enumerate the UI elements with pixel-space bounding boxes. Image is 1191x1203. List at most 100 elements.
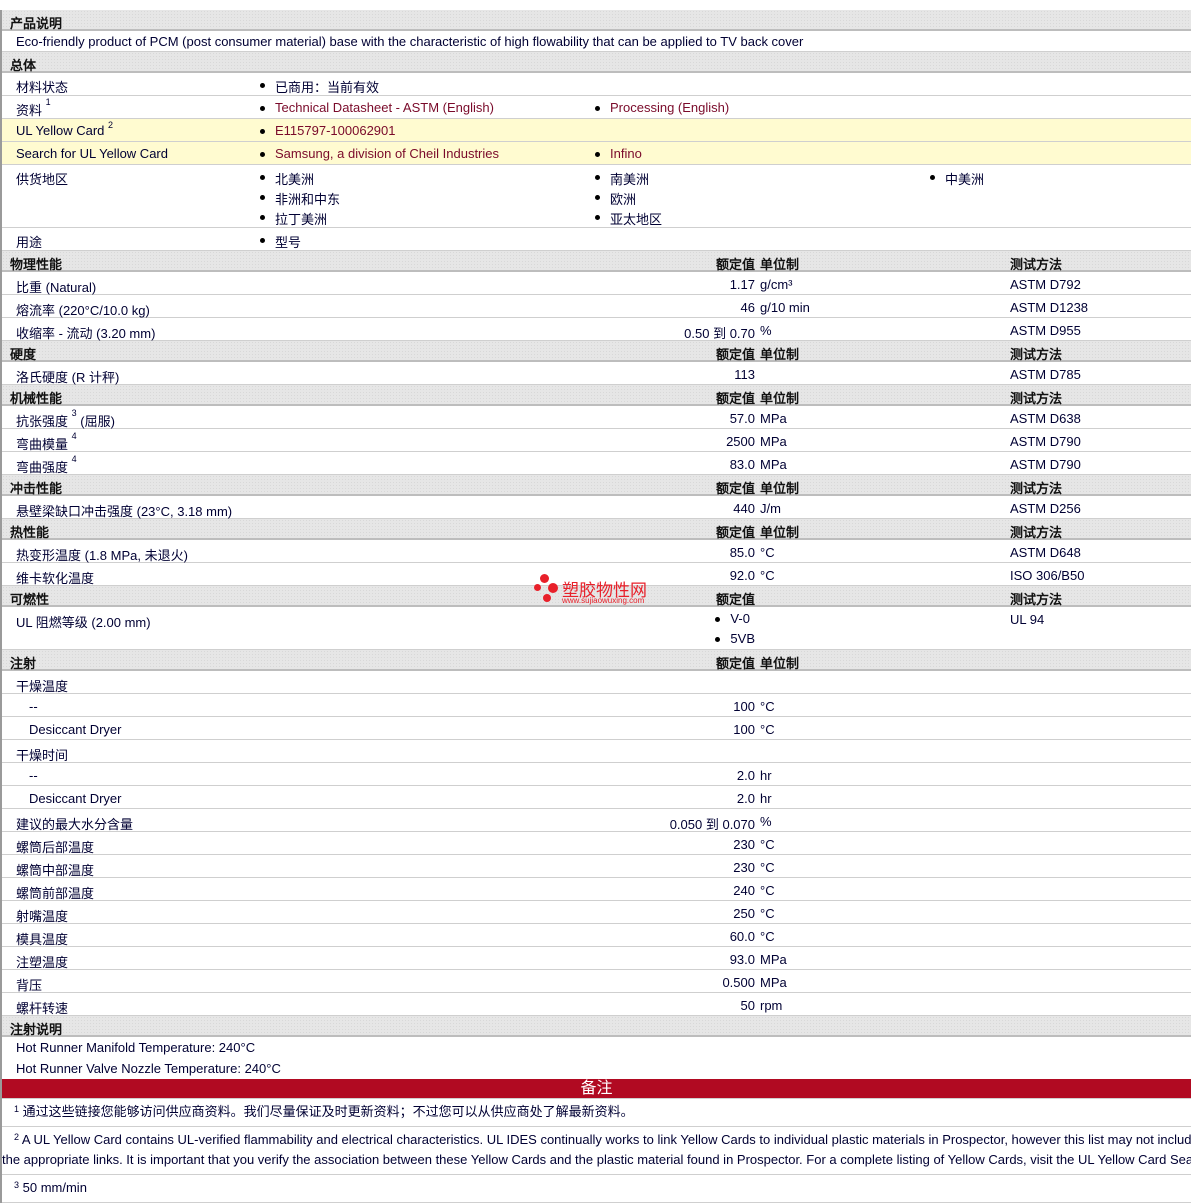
property-label: 弯曲强度 4: [16, 454, 77, 476]
property-row: 模具温度 60.0 °C: [2, 924, 1191, 947]
footnote-number: 3: [14, 1180, 20, 1190]
bullet-column: 南美洲 欧洲 亚太地区: [595, 169, 662, 229]
section-header: 冲击性能 额定值 单位制 测试方法: [2, 475, 1191, 496]
bullet-column: E115797-100062901: [260, 123, 396, 143]
property-row: 背压 0.500 MPa: [2, 970, 1191, 993]
property-unit: J/m: [760, 501, 781, 516]
bullet-column: 北美洲 非洲和中东 拉丁美洲: [260, 169, 340, 229]
property-unit: °C: [760, 699, 775, 714]
label-text: 洛氏硬度 (R 计秤): [16, 370, 120, 385]
property-row: Desiccant Dryer 100 °C: [2, 717, 1191, 740]
bullet-link[interactable]: Technical Datasheet - ASTM (English): [260, 100, 494, 120]
label-text: 资料: [16, 103, 43, 118]
label-text: 熔流率 (220°C/10.0 kg): [16, 303, 150, 318]
label-text: 比重 (Natural): [16, 280, 97, 295]
property-value: 92.0: [729, 568, 755, 583]
property-unit: MPa: [760, 952, 787, 967]
row-text: Eco-friendly product of PCM (post consum…: [16, 34, 804, 49]
property-label: 螺筒中部温度: [16, 860, 94, 879]
property-unit: hr: [760, 791, 772, 806]
info-row: Search for UL Yellow Card Samsung, a divi…: [2, 142, 1191, 165]
section-title: 硬度: [10, 347, 37, 362]
footnote: 2 A UL Yellow Card contains UL-verified …: [2, 1127, 1191, 1175]
text-row: Hot Runner Valve Nozzle Temperature: 240…: [2, 1058, 1191, 1079]
property-unit: g/cm³: [760, 277, 793, 292]
label-text: 抗张强度: [16, 414, 69, 429]
label-text: 材料状态: [16, 80, 69, 95]
property-unit: %: [760, 814, 772, 829]
row-text: Hot Runner Manifold Temperature: 240°C: [16, 1040, 256, 1055]
property-label: 干燥温度: [16, 676, 68, 695]
bullet-link[interactable]: Processing (English): [595, 100, 729, 120]
column-header-value: 额定值: [715, 347, 755, 362]
property-value: 50: [740, 998, 755, 1013]
bullet-item: 拉丁美洲: [260, 209, 340, 229]
row-label: 资料 1: [16, 97, 51, 119]
property-label: 收缩率 - 流动 (3.20 mm): [16, 323, 155, 342]
property-row: 热变形温度 (1.8 MPa, 未退火) 85.0 °C ASTM D648: [2, 540, 1191, 563]
column-header-method: 测试方法: [1010, 481, 1063, 496]
bullet-column: Samsung, a division of Cheil Industries: [260, 146, 499, 166]
property-value: 46: [740, 300, 755, 315]
label-text: 螺杆转速: [16, 1001, 69, 1016]
section-title: 注射: [10, 656, 37, 671]
property-unit: °C: [760, 545, 775, 560]
info-row: 供货地区 北美洲 非洲和中东 拉丁美洲 南美洲 欧洲 亚太地区 中美洲: [2, 165, 1191, 228]
column-header-method: 测试方法: [1010, 525, 1063, 540]
info-row: UL Yellow Card 2 E115797-100062901: [2, 119, 1191, 142]
footnote-number: 2: [14, 1132, 20, 1142]
label-text: --: [29, 699, 38, 714]
label-text: 收缩率 - 流动 (3.20 mm): [16, 326, 156, 341]
property-value: 60.0: [729, 929, 755, 944]
property-row: 弯曲模量 4 2500 MPa ASTM D790: [2, 429, 1191, 452]
bullet-column: 型号: [260, 232, 301, 252]
property-label: 抗张强度 3 (屈服): [16, 408, 115, 430]
property-row: 注塑温度 93.0 MPa: [2, 947, 1191, 970]
property-row: 熔流率 (220°C/10.0 kg) 46 g/10 min ASTM D1238: [2, 295, 1191, 318]
property-unit: MPa: [760, 457, 787, 472]
property-label: 干燥时间: [16, 745, 68, 764]
column-header-value: 额定值: [715, 257, 755, 272]
property-value: 230: [733, 860, 755, 875]
label-text: Search for UL Yellow Card: [16, 146, 168, 161]
property-value: 0.50 到 0.70: [684, 326, 755, 341]
footnote-ref: 1: [45, 97, 51, 107]
footnote-ref: 3: [71, 408, 77, 418]
test-method: ASTM D256: [1010, 501, 1081, 516]
footnote-ref: 2: [108, 120, 114, 130]
info-row: 用途 型号: [2, 228, 1191, 251]
property-label: 维卡软化温度: [16, 568, 94, 587]
test-method: ASTM D790: [1010, 457, 1081, 472]
bullet-item: 型号: [260, 232, 301, 252]
property-label: --: [29, 768, 38, 783]
bullet-item: 非洲和中东: [260, 189, 340, 209]
property-row: 螺筒后部温度 230 °C: [2, 832, 1191, 855]
property-row: 干燥温度: [2, 671, 1191, 694]
bullet-column: Infino: [595, 146, 642, 166]
label-text: 射嘴温度: [16, 909, 69, 924]
bullet-link[interactable]: Infino: [595, 146, 642, 166]
property-row: 螺筒前部温度 240 °C: [2, 878, 1191, 901]
label-text: 注塑温度: [16, 955, 69, 970]
label-text: Desiccant Dryer: [29, 722, 122, 737]
section-title: 可燃性: [10, 592, 50, 607]
column-header-method: 测试方法: [1010, 347, 1063, 362]
property-value: 0.500: [722, 975, 755, 990]
bullet-link[interactable]: E115797-100062901: [260, 123, 396, 143]
column-header-unit: 单位制: [760, 481, 800, 496]
flammability-values: V-0 5VB: [715, 611, 755, 651]
column-header-value: 额定值: [715, 391, 755, 406]
row-label: UL Yellow Card 2: [16, 120, 114, 138]
watermark-logo: 塑胶物性网 www.sujiaowuxing.com: [534, 574, 664, 606]
property-row: -- 100 °C: [2, 694, 1191, 717]
property-label: --: [29, 699, 38, 714]
text-row: Hot Runner Manifold Temperature: 240°C: [2, 1037, 1191, 1058]
label-text: 干燥温度: [16, 679, 69, 694]
property-unit: °C: [760, 722, 775, 737]
bullet-link[interactable]: Samsung, a division of Cheil Industries: [260, 146, 499, 166]
info-row: 材料状态 已商用：当前有效: [2, 73, 1191, 96]
property-row: 比重 (Natural) 1.17 g/cm³ ASTM D792: [2, 272, 1191, 295]
property-unit: MPa: [760, 434, 787, 449]
property-value: 1.17: [729, 277, 755, 292]
property-label: 悬壁梁缺口冲击强度 (23°C, 3.18 mm): [16, 501, 232, 520]
